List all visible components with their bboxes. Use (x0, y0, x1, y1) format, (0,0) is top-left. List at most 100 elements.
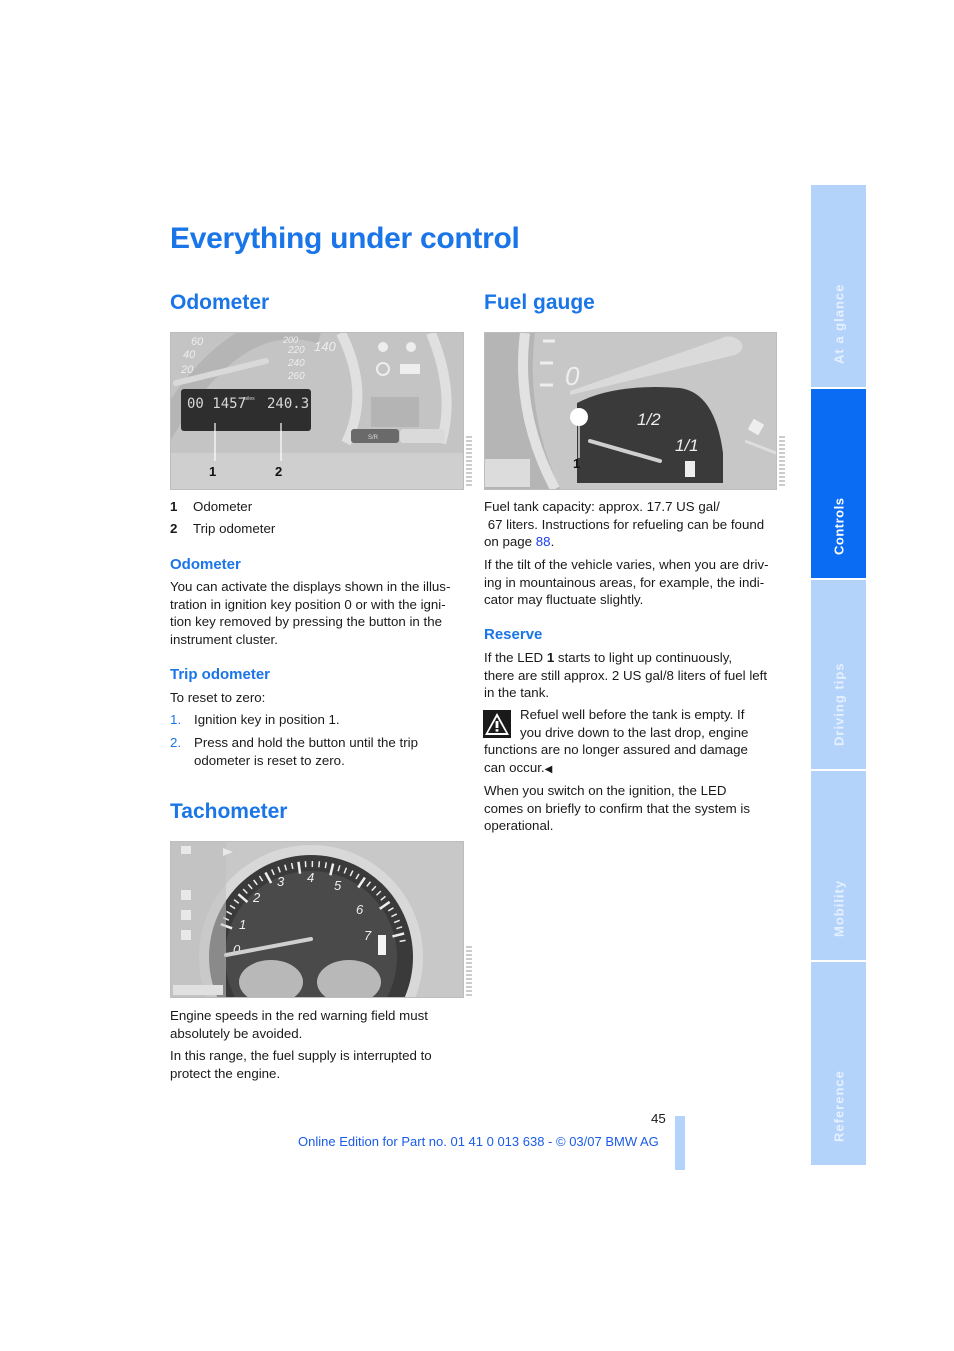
tachometer-drawing: 0 1 2 3 4 5 6 7 (171, 842, 463, 997)
speedo-mark-240: 240 (287, 358, 305, 369)
text-punct: . (550, 534, 555, 549)
reset-button-label: S/R (368, 435, 379, 441)
text-line: can occur. (484, 759, 545, 775)
text-line: cator may fluctuate slightly. (484, 592, 644, 607)
reserve-heading: Reserve (484, 626, 543, 643)
sidebar-tab-driving-tips[interactable]: Driving tips (811, 580, 866, 769)
image-code (779, 436, 785, 486)
tach-mark-1: 1 (239, 917, 246, 932)
step-number: 2. (170, 735, 182, 750)
fuel-mark-half: 1/2 (637, 410, 661, 429)
tab-label: Reference (831, 1070, 846, 1142)
legend-number: 2 (170, 521, 178, 536)
tachometer-heading: Tachometer (170, 800, 288, 823)
callout-1: 1 (209, 464, 216, 479)
image-code (466, 946, 472, 996)
tach-tick (297, 861, 302, 874)
tach-mark-5: 5 (334, 878, 342, 893)
red-zone-marker (378, 935, 386, 955)
warning-paragraph: Refuel well before the tank is empty. If… (484, 706, 780, 778)
legend-item-1: 1 Odometer (170, 498, 252, 515)
legend-text: Trip odometer (193, 521, 276, 536)
ignition-paragraph: When you switch on the ignition, the LED… (484, 782, 780, 835)
tachometer-illustration: 0 1 2 3 4 5 6 7 (170, 841, 464, 998)
text-line: tration in ignition key position 0 or wi… (170, 596, 446, 612)
text-line: When you switch on the ignition, the LED (484, 783, 727, 798)
tab-label: At a glance (831, 283, 846, 364)
speedo-mark-40: 40 (183, 349, 196, 361)
legend-number: 1 (170, 499, 178, 514)
tach-mark-7: 7 (364, 928, 372, 943)
text-line: ing in mountainous areas, for example, t… (484, 574, 765, 590)
reserve-paragraph: If the LED 1 starts to light up continuo… (484, 649, 780, 702)
tab-label: Driving tips (831, 662, 846, 746)
odometer-paragraph: You can activate the displays shown in t… (170, 578, 466, 648)
tab-label: Controls (831, 497, 846, 555)
odometer-subheading: Odometer (170, 556, 241, 573)
sidebar-tab-reference[interactable]: Reference (811, 962, 866, 1165)
text-line: comes on briefly to confirm that the sys… (484, 800, 751, 816)
fuel-dial-face (577, 387, 723, 483)
tach-mark-3: 3 (277, 874, 285, 889)
footer-marker (675, 1116, 685, 1170)
tach-mark-6: 6 (356, 902, 364, 917)
step-text: Press and hold the button until the trip… (194, 735, 418, 768)
end-mark-icon: ◀ (544, 763, 553, 775)
sidebar-tab-controls[interactable]: Controls (811, 389, 866, 578)
step-1: 1. Ignition key in position 1. (170, 711, 466, 729)
odometer-display-total: 00 1457 (187, 396, 246, 412)
text-line: there are still approx. 2 US gal/8 liter… (484, 667, 768, 683)
legend-item-2: 2 Trip odometer (170, 520, 275, 537)
step-number: 1. (170, 712, 182, 727)
odometer-heading: Odometer (170, 291, 270, 314)
legend-text: Odometer (193, 499, 253, 514)
trip-display-value: 240.3 (267, 396, 309, 412)
tach-tick (324, 862, 328, 869)
tachometer-paragraph-2: In this range, the fuel supply is interr… (170, 1048, 432, 1081)
trip-odometer-heading: Trip odometer (170, 666, 271, 683)
tach-tick (399, 939, 406, 943)
text-line: you drive down to the last drop, engine (520, 724, 749, 740)
tach-mark-4: 4 (307, 870, 314, 885)
tab-label: Mobility (831, 879, 846, 937)
fuel-pump-icon (685, 461, 695, 477)
trip-intro: To reset to zero: (170, 690, 266, 705)
text-line: You can activate the displays shown in t… (170, 579, 451, 594)
led-callout: 1 (573, 456, 580, 471)
text-line: functions are no longer assured and dama… (484, 742, 748, 757)
fuel-mark-full: 1/1 (675, 436, 699, 455)
text-line: If the tilt of the vehicle varies, when … (484, 557, 769, 572)
odometer-display-unit: miles (243, 396, 255, 402)
text-line: operational. (484, 818, 554, 833)
text-line: Refuel well before the tank is empty. If (520, 707, 745, 722)
text-line: Fuel tank capacity: approx. 17.7 US gal/ (484, 499, 720, 514)
tach-tick (318, 861, 321, 868)
speedo-zero: 0 (565, 361, 580, 391)
footer-edition-text: Online Edition for Part no. 01 41 0 013 … (298, 1134, 659, 1149)
speedo-mark-20: 20 (180, 364, 194, 376)
text-line: on page (484, 534, 536, 549)
tilt-paragraph: If the tilt of the vehicle varies, when … (484, 556, 780, 609)
speedo-mark-220: 220 (287, 345, 305, 356)
tach-mark-2: 2 (252, 890, 261, 905)
fuel-gauge-illustration: 0 1 1/2 1/1 (484, 332, 777, 490)
odometer-illustration: 60 40 20 200 220 140 240 260 00 1457 mil… (170, 332, 464, 490)
sidebar-tab-at-a-glance[interactable]: At a glance (811, 185, 866, 387)
speedo-mark-140: 140 (314, 339, 336, 354)
page-88-link[interactable]: 88 (536, 534, 551, 549)
step-2: 2. Press and hold the button until the t… (170, 734, 440, 769)
step-text: Ignition key in position 1. (194, 712, 340, 727)
text-line: instrument cluster. (170, 631, 278, 647)
text-line: tion key removed by pressing the button … (170, 614, 443, 629)
fuel-gauge-heading: Fuel gauge (484, 291, 595, 314)
instrument-cluster-drawing: 60 40 20 200 220 140 240 260 00 1457 mil… (171, 333, 463, 489)
speedo-mark-200: 200 (282, 335, 298, 345)
text-line: 67 liters. Instructions for refueling ca… (484, 516, 765, 532)
callout-2: 2 (275, 464, 282, 479)
capacity-paragraph: Fuel tank capacity: approx. 17.7 US gal/… (484, 498, 780, 551)
speedo-mark-60: 60 (191, 336, 204, 348)
sidebar-tab-mobility[interactable]: Mobility (811, 771, 866, 960)
fuel-gauge-drawing: 0 1 1/2 1/1 (485, 333, 776, 489)
speedo-mark-260: 260 (287, 371, 305, 382)
page-number: 45 (651, 1111, 666, 1126)
